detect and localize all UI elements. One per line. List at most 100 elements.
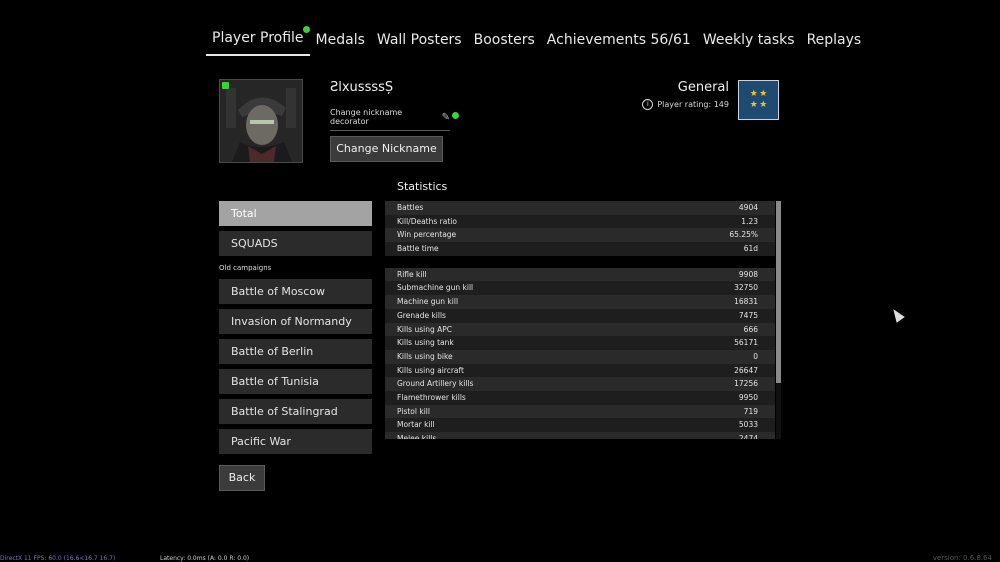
decorator-label: Change nickname decorator	[330, 108, 403, 126]
stat-row: Rifle kill 9908	[385, 267, 775, 282]
tab-label: Medals	[315, 32, 365, 48]
stat-value: 9908	[738, 269, 758, 279]
scrollbar[interactable]	[776, 201, 781, 439]
rank-badge-icon: ★ ★ ★ ★	[738, 80, 779, 120]
stat-label: Kill/Deaths ratio	[397, 216, 457, 226]
tab-achievements[interactable]: Achievements 56/61	[541, 26, 697, 56]
fps-readout: DirectX 11 FPS: 60.0 (16.6<16.7 16.7)	[0, 555, 116, 562]
stat-label: Pistol kill	[397, 406, 430, 416]
change-decorator-link[interactable]: Change nickname decorator ✎	[330, 108, 450, 131]
stat-value: 666	[743, 324, 758, 334]
stat-value: 9950	[738, 392, 758, 402]
stat-label: Win percentage	[397, 230, 457, 240]
avatar[interactable]	[219, 79, 303, 163]
stats-group: Battles 4904 Kill/Deaths ratio 1.23 Win perc…	[385, 201, 775, 256]
stat-label: Kills using APC	[397, 324, 452, 334]
menu-item-campaign[interactable]: Battle of Tunisia	[219, 369, 372, 394]
star-icon: ★	[749, 100, 758, 110]
rating-label: Player rating: 149	[657, 100, 729, 109]
stat-value: 1.23	[741, 216, 758, 226]
star-icon: ★	[759, 100, 768, 110]
rank-title: General	[677, 80, 729, 95]
stat-value: 16831	[734, 297, 758, 307]
stat-row: Submachine gun kill 32750	[385, 281, 775, 296]
tab-label: Achievements 56/61	[546, 32, 691, 48]
stat-label: Melee kills	[397, 434, 437, 439]
stat-value: 4904	[738, 203, 758, 212]
tab-boosters[interactable]: Boosters	[468, 26, 541, 56]
stat-row: Flamethrower kills 9950	[385, 390, 775, 405]
star-icon: ★	[759, 89, 768, 99]
tab-label: Boosters	[473, 32, 535, 48]
stat-row: Battles 4904	[385, 201, 775, 215]
stat-label: Mortar kill	[397, 420, 435, 430]
pencil-icon: ✎	[441, 111, 450, 123]
stat-value: 61d	[743, 244, 758, 254]
tab-label: Replays	[806, 32, 862, 48]
menu-item-squads[interactable]: SQUADS	[219, 231, 372, 256]
stat-row: Kills using aircraft 26647	[385, 363, 775, 378]
latency-readout: Latency: 0.0ms (A: 0.0 R: 0.0)	[160, 555, 250, 562]
stat-value: 2474	[738, 434, 758, 439]
menu-item-campaign[interactable]: Invasion of Normandy	[219, 309, 372, 334]
star-icon: ★	[749, 89, 758, 99]
scroll-thumb[interactable]	[776, 201, 781, 383]
tab-label: Weekly tasks	[702, 32, 795, 48]
tab-wall-posters[interactable]: Wall Posters	[371, 26, 468, 56]
change-nickname-button[interactable]: Change Nickname	[330, 136, 443, 162]
stat-row: Kills using bike 0	[385, 349, 775, 364]
stat-row: Win percentage 65.25%	[385, 228, 775, 243]
stat-value: 56171	[734, 338, 758, 348]
stat-row: Grenade kills 7475	[385, 308, 775, 323]
tab-replays[interactable]: Replays	[801, 26, 868, 56]
statistics-title: Statistics	[397, 180, 448, 193]
stats-group: Rifle kill 9908 Submachine gun kill 32750 Ma…	[385, 267, 775, 439]
notification-dot	[452, 112, 459, 119]
menu-item-campaign[interactable]: Pacific War	[219, 429, 372, 454]
stat-label: Grenade kills	[397, 310, 446, 320]
stat-label: Rifle kill	[397, 269, 427, 279]
stat-label: Submachine gun kill	[397, 283, 474, 293]
nickname: ƧlxussssȘ	[330, 80, 394, 95]
statistics-panel[interactable]: Battles 4904 Kill/Deaths ratio 1.23 Win perc…	[385, 201, 781, 439]
stat-row: Kills using tank 56171	[385, 336, 775, 350]
stat-label: Ground Artillery kills	[397, 379, 474, 389]
stat-row: Kills using APC 666	[385, 322, 775, 337]
menu-item-total[interactable]: Total	[219, 201, 372, 226]
stat-label: Battle time	[397, 244, 439, 254]
stat-row: Ground Artillery kills 17256	[385, 377, 775, 391]
back-button[interactable]: Back	[219, 465, 265, 491]
stat-value: 17256	[734, 379, 758, 389]
stat-row: Machine gun kill 16831	[385, 295, 775, 309]
notification-dot	[302, 26, 310, 33]
stat-value: 32750	[734, 283, 758, 293]
stat-value: 5033	[738, 420, 758, 430]
tab-bar: Player Profile Medals Wall Posters Boost…	[206, 24, 867, 56]
stat-row: Kill/Deaths ratio 1.23	[385, 214, 775, 229]
stat-label: Kills using tank	[397, 338, 454, 348]
stat-value: 65.25%	[729, 230, 758, 240]
tab-weekly-tasks[interactable]: Weekly tasks	[697, 26, 801, 56]
player-rating: i Player rating: 149	[642, 99, 729, 110]
stat-label: Kills using bike	[397, 351, 453, 361]
stat-row: Mortar kill 5033	[385, 418, 775, 432]
soldier-portrait-icon	[220, 80, 302, 162]
stat-value: 26647	[734, 365, 758, 375]
stat-label: Flamethrower kills	[397, 392, 466, 402]
tab-player-profile[interactable]: Player Profile	[206, 24, 310, 56]
menu-item-campaign[interactable]: Battle of Berlin	[219, 339, 372, 364]
menu-item-campaign[interactable]: Battle of Moscow	[219, 279, 372, 304]
version-label: version: 0.6.8.64	[932, 554, 992, 562]
stat-label: Kills using aircraft	[397, 365, 464, 375]
tab-medals[interactable]: Medals	[310, 26, 371, 56]
mouse-cursor-icon	[889, 306, 905, 323]
stat-row: Pistol kill 719	[385, 404, 775, 419]
online-indicator	[222, 82, 229, 89]
menu-item-campaign[interactable]: Battle of Stalingrad	[219, 399, 372, 424]
old-campaigns-label: Old campaigns	[219, 264, 272, 272]
stat-value: 0	[753, 351, 758, 361]
stat-row: Battle time 61d	[385, 242, 775, 256]
tab-label: Player Profile	[212, 30, 304, 46]
stat-label: Machine gun kill	[397, 297, 459, 307]
info-icon[interactable]: i	[642, 99, 654, 110]
